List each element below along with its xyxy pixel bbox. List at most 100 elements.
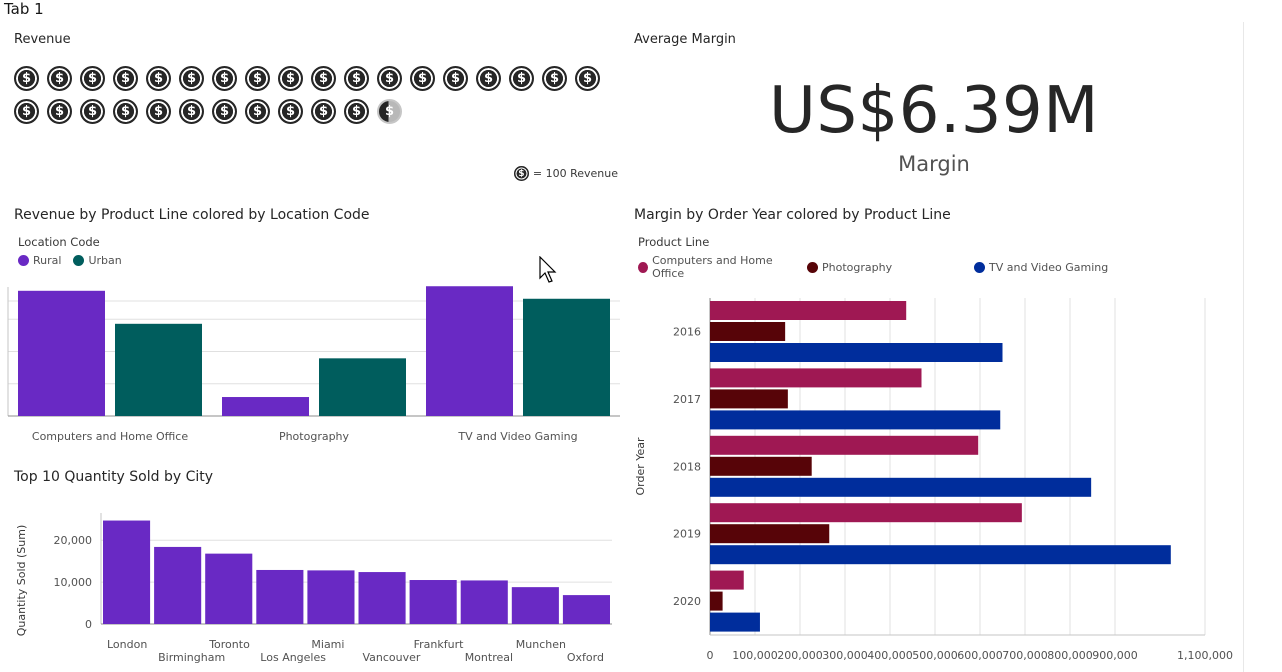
x-tick-label: 200,000 — [777, 649, 823, 662]
dollar-coin-icon: $ — [14, 99, 39, 124]
bar-urban[interactable] — [115, 323, 202, 416]
bar-2019-2[interactable] — [710, 545, 1171, 565]
bar-urban[interactable] — [523, 298, 610, 416]
bar-rural[interactable] — [18, 290, 105, 416]
x-tick-label: Munchen — [516, 638, 566, 651]
y-axis-title: Order Year — [634, 437, 647, 496]
coin-glyph: $ — [513, 70, 530, 87]
y-axis-title: Quantity Sold (Sum) — [15, 525, 28, 637]
y-tick-label: 2016 — [673, 326, 701, 339]
x-tick-label: 500,000 — [912, 649, 958, 662]
dollar-coin-icon: $ — [509, 66, 534, 91]
x-tick-label: London — [107, 638, 147, 651]
coin-glyph: $ — [150, 103, 167, 120]
bar-frankfurt[interactable] — [409, 580, 457, 624]
dollar-coin-icon: $ — [47, 99, 72, 124]
coin-glyph: $ — [579, 70, 596, 87]
dollar-coin-icon: $ — [80, 99, 105, 124]
margin-kpi-value: US$6.39M — [769, 74, 1099, 148]
bar-munchen[interactable] — [511, 587, 559, 624]
y-tick-label: 20,000 — [54, 534, 93, 547]
bar-2017-0[interactable] — [710, 368, 922, 388]
bar-2020-2[interactable] — [710, 612, 760, 632]
top10-quantity-panel: Top 10 Quantity Sold by City 0 10,000 20,0… — [0, 465, 625, 672]
y-tick-label: 2020 — [673, 595, 701, 608]
coin-glyph: $ — [315, 70, 332, 87]
coin-glyph: $ — [216, 103, 233, 120]
dollar-coin-icon: $ — [113, 99, 138, 124]
top10-quantity-chart: 0 10,000 20,000 Quantity Sold (Sum) London Bi… — [15, 513, 612, 664]
coin-glyph: $ — [183, 70, 200, 87]
x-tick-label: 100,000 — [732, 649, 778, 662]
bar-los-angeles[interactable] — [256, 569, 304, 624]
bar-montreal[interactable] — [460, 580, 508, 624]
coin-glyph: $ — [18, 70, 35, 87]
bar-2016-0[interactable] — [710, 301, 907, 320]
dollar-coin-icon: $ — [212, 99, 237, 124]
x-tick-label: Vancouver — [363, 651, 421, 664]
x-tick-label: Computers and Home Office — [32, 430, 188, 443]
x-tick-label: 700,000 — [1002, 649, 1048, 662]
margin-by-order-year-panel: Margin by Order Year colored by Product … — [620, 205, 1240, 672]
revenue-by-product-line-panel: Revenue by Product Line colored by Locat… — [0, 205, 625, 455]
bar-2017-1[interactable] — [710, 389, 788, 409]
x-tick-label: Frankfurt — [414, 638, 464, 651]
coin-glyph: $ — [249, 103, 266, 120]
x-tick-label: 900,000 — [1092, 649, 1138, 662]
bar-2020-0[interactable] — [710, 570, 744, 590]
dollar-coin-icon: $ — [344, 99, 369, 124]
x-tick-label: Oxford — [567, 651, 604, 664]
dollar-coin-icon: $ — [179, 66, 204, 91]
coin-glyph: $ — [51, 70, 68, 87]
dollar-coin-icon: $ — [311, 66, 336, 91]
dollar-coin-icon: $ — [146, 99, 171, 124]
bar-2016-1[interactable] — [710, 322, 786, 341]
dollar-coin-icon: $ — [542, 66, 567, 91]
x-tick-label: 800,000 — [1047, 649, 1093, 662]
coin-glyph: $ — [51, 103, 68, 120]
dollar-coin-icon: $ — [443, 66, 468, 91]
dollar-coin-icon: $ — [212, 66, 237, 91]
bar-urban[interactable] — [319, 358, 406, 416]
bar-birmingham[interactable] — [154, 546, 202, 624]
dollar-coin-icon: $ — [146, 66, 171, 91]
bar-2018-0[interactable] — [710, 435, 979, 455]
dollar-coin-icon: $ — [47, 66, 72, 91]
x-tick-label: Photography — [279, 430, 350, 443]
bar-toronto[interactable] — [205, 553, 253, 624]
bar-2018-1[interactable] — [710, 456, 812, 476]
bar-london[interactable] — [103, 520, 151, 624]
revenue-by-product-line-chart: Computers and Home Office Photography TV a… — [7, 286, 620, 443]
dollar-coin-icon: $ — [113, 66, 138, 91]
x-tick-label: 600,000 — [957, 649, 1003, 662]
coin-glyph: $ — [546, 70, 563, 87]
coin-glyph: $ — [150, 70, 167, 87]
dollar-coin-icon: $ — [513, 166, 529, 181]
coin-glyph: $ — [381, 70, 398, 87]
bar-2017-2[interactable] — [710, 410, 1001, 430]
tab-title[interactable]: Tab 1 — [4, 0, 44, 18]
coin-glyph: $ — [84, 70, 101, 87]
dollar-coin-icon: $ — [476, 66, 501, 91]
bar-2020-1[interactable] — [710, 591, 723, 611]
x-tick-label: Miami — [311, 638, 344, 651]
revenue-panel: Revenue $ $ $ $ $ $ $ $ $ $ $ $ $ $ $ $ $ $ $ $ $ $ $ $ $ $ $ $ $ $ $… — [14, 32, 620, 192]
coin-glyph: $ — [117, 70, 134, 87]
average-margin-panel: Average Margin US$6.39M Margin — [634, 32, 1234, 192]
bar-miami[interactable] — [307, 570, 355, 624]
bar-vancouver[interactable] — [358, 572, 406, 624]
coin-grid: $ $ $ $ $ $ $ $ $ $ $ $ $ $ $ $ $ $ $ $ $ $ $ $ $ $ $ $ $ $ — [14, 66, 614, 136]
bar-2019-1[interactable] — [710, 524, 830, 544]
y-tick-label: 2018 — [673, 460, 701, 473]
dollar-coin-icon: $ — [245, 66, 270, 91]
coin-glyph: $ — [348, 70, 365, 87]
margin-kpi-label: Margin — [898, 152, 970, 176]
y-tick-label: 2019 — [673, 528, 701, 541]
bar-2018-2[interactable] — [710, 477, 1092, 497]
bar-2016-2[interactable] — [710, 343, 1003, 362]
bar-2019-0[interactable] — [710, 503, 1022, 523]
bar-rural[interactable] — [426, 286, 513, 416]
bar-rural[interactable] — [222, 397, 309, 416]
coin-glyph: $ — [414, 70, 431, 87]
bar-oxford[interactable] — [562, 595, 610, 624]
